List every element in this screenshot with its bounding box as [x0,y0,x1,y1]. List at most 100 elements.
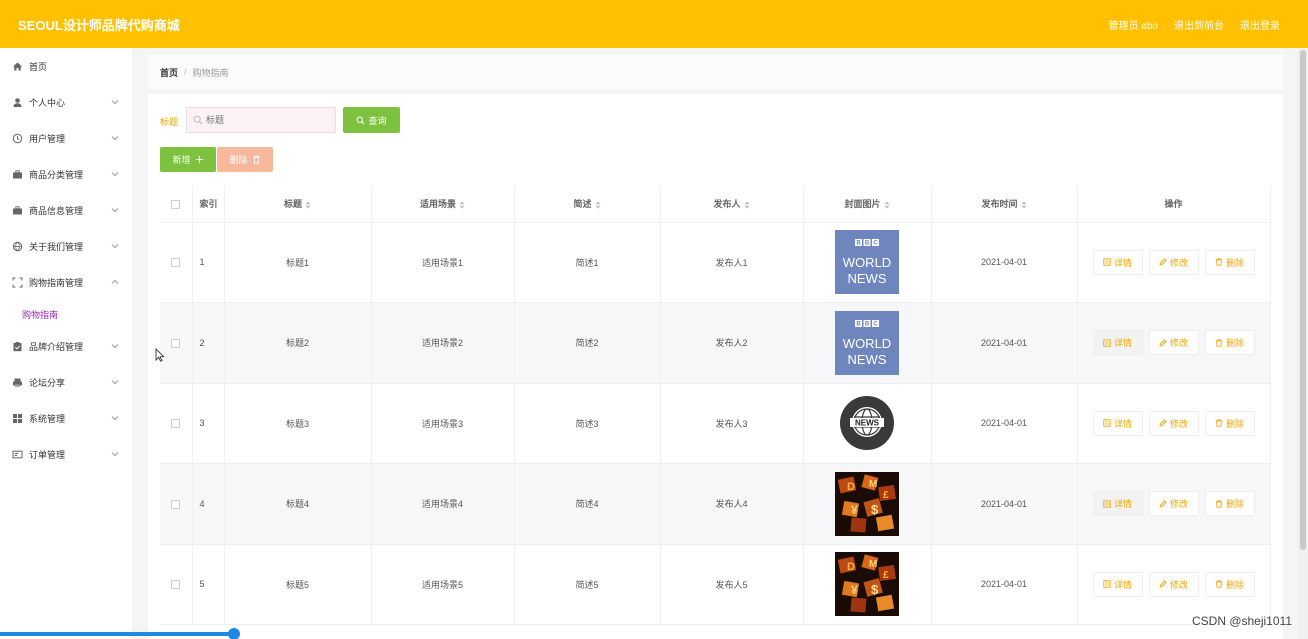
breadcrumb-separator: / [184,67,187,77]
sidebar-item-user-management[interactable]: 用户管理 [0,120,132,156]
briefcase-icon [12,205,23,216]
breadcrumb-home[interactable]: 首页 [160,66,178,79]
sort-icon[interactable] [884,201,890,209]
detail-button[interactable]: 详情 [1092,491,1143,517]
sidebar-item-home[interactable]: 首页 [0,48,132,84]
cell-publisher: 发布人1 [660,222,804,303]
column-header-title[interactable]: 标题 [224,186,372,223]
vertical-scrollbar[interactable] [1298,48,1308,639]
chevron-down-icon [111,344,119,349]
sidebar-item-forum-share[interactable]: 论坛分享 [0,364,132,400]
sort-icon[interactable] [595,201,601,209]
detail-button[interactable]: 详情 [1092,571,1143,597]
table-row: 2 标题2 适用场景2 简述2 发布人2 B B C WORLD NEWS 2021-0… [160,302,1271,384]
row-checkbox[interactable] [171,580,181,590]
cell-cover: B B C WORLD NEWS [803,302,932,384]
chevron-down-icon [111,416,119,421]
svg-text:WORLD: WORLD [843,255,891,270]
cell-actions: 详情 修改 删除 [1077,222,1271,303]
chevron-down-icon [111,136,119,141]
row-checkbox[interactable] [171,499,181,509]
search-input[interactable] [206,115,326,125]
pencil-icon [1159,258,1167,266]
search-field[interactable] [186,107,336,133]
sort-icon[interactable] [744,201,750,209]
sidebar-item-label: 订单管理 [29,449,66,460]
sidebar-item-label: 品牌介绍管理 [29,341,84,352]
sidebar-item-about-us-management[interactable]: 关于我们管理 [0,228,132,264]
sidebar-item-category-management[interactable]: 商品分类管理 [0,156,132,192]
row-checkbox[interactable] [171,338,181,348]
fullscreen-icon [12,277,23,288]
delete-button[interactable]: 删除 [1204,330,1255,356]
sort-icon[interactable] [305,201,311,209]
cell-index: 1 [192,222,225,303]
svg-text:B: B [865,321,870,327]
svg-text:£: £ [883,570,889,581]
row-checkbox[interactable] [171,419,181,429]
delete-button[interactable]: 删除 [1204,491,1255,517]
sort-icon[interactable] [1021,201,1027,209]
search-icon [357,116,365,124]
progress-handle [228,628,240,639]
add-button[interactable]: 新增 [160,147,216,172]
sidebar-item-label: 系统管理 [29,413,66,424]
printer-icon [12,377,23,388]
document-icon [1103,580,1111,588]
logout-link[interactable]: 退出登录 [1240,17,1280,32]
plus-icon [195,155,203,164]
detail-button[interactable]: 详情 [1092,330,1143,356]
exit-to-front-link[interactable]: 退出到前台 [1174,17,1224,32]
svg-text:C: C [873,321,878,327]
sort-icon[interactable] [459,201,465,209]
pencil-icon [1159,500,1167,508]
svg-text:$: $ [871,502,879,517]
cell-title: 标题5 [224,544,372,625]
sidebar-item-system-management[interactable]: 系统管理 [0,400,132,436]
pencil-icon [1159,580,1167,588]
column-header-publisher[interactable]: 发布人 [660,186,804,223]
user-icon [12,97,23,108]
sidebar-item-order-management[interactable]: 订单管理 [0,436,132,472]
sidebar-item-product-info-management[interactable]: 商品信息管理 [0,192,132,228]
scrollbar-thumb[interactable] [1300,50,1306,550]
column-header-cover[interactable]: 封面图片 [803,186,932,223]
sidebar-item-personal-center[interactable]: 个人中心 [0,84,132,120]
edit-button[interactable]: 修改 [1148,249,1199,275]
edit-button[interactable]: 修改 [1148,410,1199,436]
column-header-scene[interactable]: 适用场景 [371,186,515,223]
delete-button-label: 删除 [229,155,248,165]
cell-index: 3 [192,383,225,464]
app-title: SEOUL设计师品牌代购商城 [18,17,180,33]
edit-button[interactable]: 修改 [1148,330,1199,356]
detail-button[interactable]: 详情 [1092,249,1143,275]
delete-button[interactable]: 删除 [1204,249,1255,275]
batch-delete-button[interactable]: 删除 [217,147,273,172]
briefcase-icon [12,169,23,180]
delete-button[interactable]: 删除 [1204,410,1255,436]
detail-button[interactable]: 详情 [1092,410,1143,436]
loading-progress-bar [0,628,240,639]
trash-icon [1215,339,1223,347]
search-button[interactable]: 查询 [343,107,400,133]
trash-icon [252,155,260,164]
svg-text:£: £ [883,490,889,501]
cell-publisher: 发布人5 [660,544,804,625]
svg-text:M: M [869,559,877,570]
column-header-index: 索引 [192,186,225,223]
cell-date: 2021-04-01 [931,544,1078,625]
column-header-date[interactable]: 发布时间 [931,186,1078,223]
row-checkbox[interactable] [171,258,181,268]
sidebar-item-brand-intro-management[interactable]: 品牌介绍管理 [0,328,132,364]
chevron-down-icon [111,208,119,213]
sidebar-subitem-shopping-guide[interactable]: 购物指南 [0,300,132,328]
sidebar-item-label: 商品分类管理 [29,169,84,180]
select-all-cell[interactable] [160,186,193,223]
edit-button[interactable]: 修改 [1148,571,1199,597]
select-all-checkbox[interactable] [171,199,181,209]
edit-button[interactable]: 修改 [1148,491,1199,517]
delete-button[interactable]: 删除 [1204,571,1255,597]
sidebar-item-shopping-guide-management[interactable]: 购物指南管理 [0,264,132,300]
cell-scene: 适用场景5 [371,544,515,625]
column-header-summary[interactable]: 简述 [514,186,661,223]
